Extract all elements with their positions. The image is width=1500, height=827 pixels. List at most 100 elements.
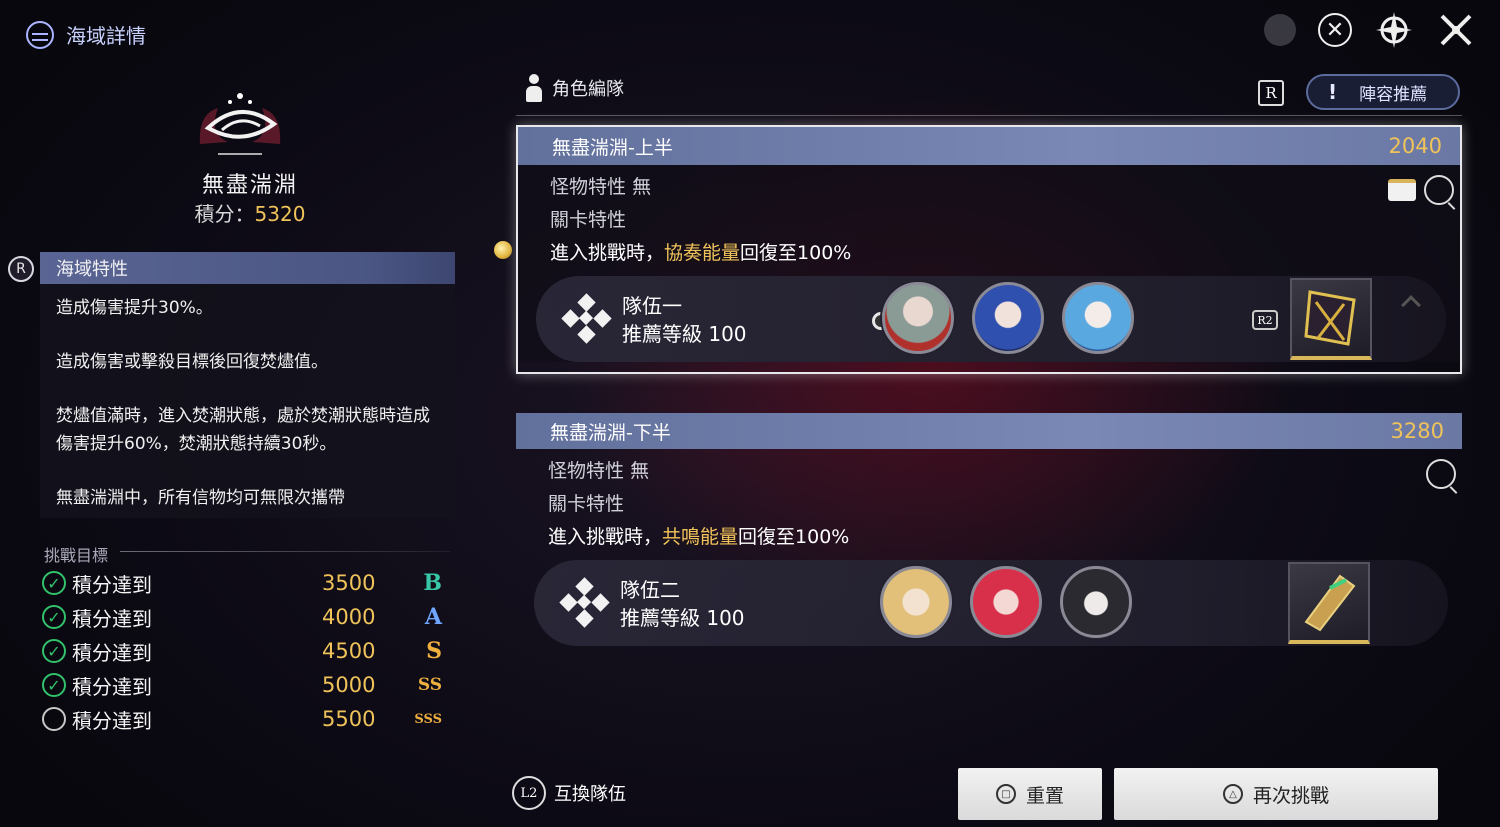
recommend-label: 陣容推薦 — [1359, 84, 1428, 105]
globe-icon — [26, 20, 54, 49]
stage-points: 2040 — [1388, 134, 1442, 158]
echo-item-slot[interactable] — [1288, 562, 1370, 644]
stage-card-upper[interactable]: 無盡湍淵-上半 2040 怪物特性 無 關卡特性 進入挑戰時，協奏能量回復至10… — [516, 125, 1462, 374]
goal-value: 4500 — [322, 639, 376, 663]
close-x-icon[interactable] — [1436, 10, 1476, 50]
team-name: 隊伍一 — [622, 294, 682, 318]
effect-suffix: 回復至100% — [738, 526, 850, 548]
goals-divider — [120, 551, 450, 552]
check-icon: ✓ — [42, 605, 66, 629]
swap-team-label: 互換隊伍 — [554, 784, 626, 805]
selection-marker-icon — [494, 241, 512, 259]
stage-card-lower[interactable]: 無盡湍淵-下半 3280 怪物特性 無 關卡特性 進入挑戰時，共鳴能量回復至10… — [516, 413, 1462, 656]
goal-row: ✓ 積分達到 3500 B — [42, 566, 442, 600]
stage-header: 無盡湍淵-上半 2040 — [518, 127, 1460, 165]
feature-item: 造成傷害或擊殺目標後回復焚燼值。 — [56, 352, 328, 372]
character-avatar[interactable] — [972, 282, 1044, 354]
character-avatar[interactable] — [1062, 282, 1134, 354]
sea-name: 無盡湍淵 — [201, 173, 298, 198]
character-avatar[interactable] — [970, 566, 1042, 638]
team-row[interactable]: 隊伍二 推薦等級 100 — [534, 560, 1448, 646]
goal-label: 積分達到 — [72, 708, 152, 733]
recommend-lineup-button[interactable]: ! 陣容推薦 — [1306, 74, 1460, 110]
l2-key-icon: L2 — [512, 776, 546, 810]
stage-name: 無盡湍淵-下半 — [550, 421, 671, 444]
goal-value: 4000 — [322, 605, 376, 629]
team-emblem-icon — [559, 577, 610, 628]
feature-list: 造成傷害提升30%。 造成傷害或擊殺目標後回復焚燼值。 焚燼值滿時，進入焚潮狀態… — [40, 284, 455, 518]
team-level: 推薦等級 100 — [622, 322, 747, 346]
r2-key-icon: R2 — [1252, 310, 1278, 330]
goals-list: ✓ 積分達到 3500 B ✓ 積分達到 4000 A ✓ 積分達到 4500 … — [42, 566, 442, 736]
goal-rank: SSS — [414, 711, 442, 727]
swap-team-button[interactable]: L2 互換隊伍 — [512, 776, 626, 810]
goals-title: 挑戰目標 — [44, 546, 109, 565]
section-divider — [516, 115, 1462, 116]
r-key-icon: R — [1258, 80, 1284, 106]
stage-name: 無盡湍淵-上半 — [552, 136, 673, 159]
stage-info: 怪物特性 無 關卡特性 進入挑戰時，協奏能量回復至100% — [550, 171, 1460, 270]
r-key-badge: R — [8, 256, 34, 282]
region-title-text: 海域詳情 — [66, 24, 146, 48]
effect-highlight: 共鳴能量 — [662, 526, 739, 548]
goal-label: 積分達到 — [72, 606, 152, 631]
monster-value: 無 — [632, 176, 652, 198]
score-label: 積分： — [194, 202, 255, 226]
check-icon: ✓ — [42, 639, 66, 663]
echo-item-slot[interactable] — [1290, 278, 1372, 360]
effect-suffix: 回復至100% — [740, 242, 852, 264]
stage-header: 無盡湍淵-下半 3280 — [516, 413, 1462, 449]
team-formation-title: 角色編隊 — [524, 74, 624, 102]
close-circle-icon[interactable]: ✕ — [1318, 13, 1352, 47]
monster-value: 無 — [630, 460, 650, 482]
goal-row: ✓ 積分達到 5000 SS — [42, 668, 442, 702]
feature-item: 無盡湍淵中，所有信物均可無限次攜帶 — [56, 488, 345, 508]
goal-label: 積分達到 — [72, 674, 152, 699]
goal-rank: A — [424, 604, 442, 630]
team-row[interactable]: 隊伍一 推薦等級 100 R2 — [536, 276, 1446, 362]
effect-prefix: 進入挑戰時， — [550, 242, 665, 264]
sea-score: 積分：5320 — [150, 198, 350, 227]
stage-feature-label: 關卡特性 — [550, 209, 627, 231]
reset-button[interactable]: □ 重置 — [958, 768, 1102, 820]
goal-rank: B — [423, 570, 442, 596]
stage-feature-label: 關卡特性 — [548, 493, 625, 515]
chevron-up-icon[interactable] — [1401, 295, 1421, 315]
team-icon — [524, 74, 544, 102]
score-value: 5320 — [254, 202, 306, 226]
reset-label: 重置 — [1025, 784, 1064, 807]
goal-row: ✓ 積分達到 5500 SSS — [42, 702, 442, 736]
goal-label: 積分達到 — [72, 640, 152, 665]
search-icon[interactable] — [1424, 175, 1454, 205]
character-avatar[interactable] — [880, 566, 952, 638]
square-key-icon: □ — [995, 784, 1016, 804]
goal-row: ✓ 積分達到 4000 A — [42, 600, 442, 634]
team-name: 隊伍二 — [620, 578, 680, 602]
character-avatar[interactable] — [882, 282, 954, 354]
region-title: 海域詳情 — [26, 20, 146, 49]
empty-circle-icon: ✓ — [42, 707, 66, 731]
book-icon[interactable] — [1388, 179, 1416, 201]
stage-body: 怪物特性 無 關卡特性 進入挑戰時，協奏能量回復至100% 隊伍一 推薦等級 1… — [518, 165, 1460, 362]
feature-header: 海域特性 — [40, 252, 455, 284]
search-icon[interactable] — [1426, 459, 1456, 489]
character-avatar[interactable] — [1060, 566, 1132, 638]
check-icon: ✓ — [42, 673, 66, 697]
monster-label: 怪物特性 — [548, 460, 625, 482]
feature-item: 焚燼值滿時，進入焚潮狀態，處於焚潮狀態時造成傷害提升60%，焚潮狀態持續30秒。 — [56, 406, 430, 454]
stage-info: 怪物特性 無 關卡特性 進入挑戰時，共鳴能量回復至100% — [548, 455, 1462, 554]
monster-label: 怪物特性 — [550, 176, 627, 198]
compass-icon[interactable] — [1374, 10, 1414, 50]
stage-body: 怪物特性 無 關卡特性 進入挑戰時，共鳴能量回復至100% 隊伍二 推薦等級 1… — [516, 449, 1462, 646]
check-icon: ✓ — [42, 571, 66, 595]
team-formation-label: 角色編隊 — [552, 79, 624, 100]
goal-value: 3500 — [322, 571, 376, 595]
retry-button[interactable]: △ 再次挑戰 — [1114, 768, 1438, 820]
effect-prefix: 進入挑戰時， — [548, 526, 663, 548]
effect-highlight: 協奏能量 — [664, 242, 741, 264]
team-level: 推薦等級 100 — [620, 606, 745, 630]
stage-points: 3280 — [1390, 419, 1444, 443]
retry-label: 再次挑戰 — [1252, 784, 1329, 807]
info-icon[interactable] — [1264, 14, 1296, 46]
goal-value: 5000 — [322, 673, 376, 697]
